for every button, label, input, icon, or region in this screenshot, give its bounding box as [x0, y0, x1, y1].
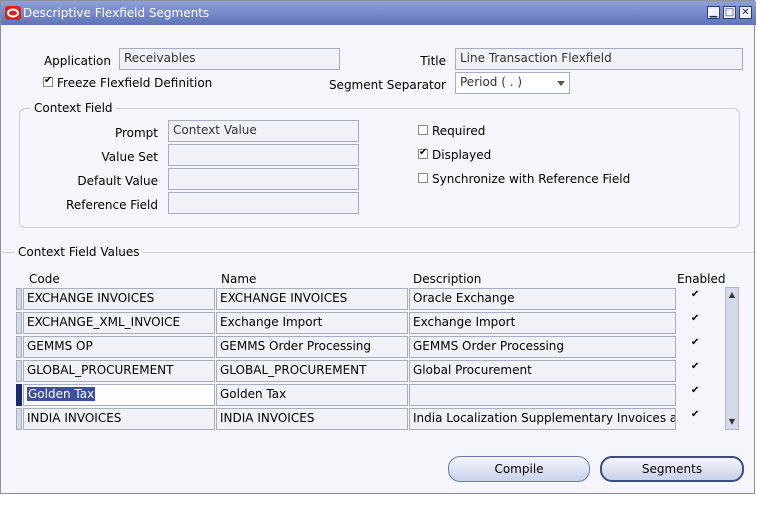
- description-cell-text: Exchange Import: [413, 315, 516, 329]
- code-cell-text: EXCHANGE INVOICES: [27, 291, 155, 305]
- minimize-icon[interactable]: ▁: [707, 6, 720, 19]
- name-cell[interactable]: Exchange Import: [216, 312, 408, 334]
- default-value-field[interactable]: [168, 168, 359, 190]
- column-header-description: Description: [413, 272, 482, 286]
- code-cell[interactable]: INDIA INVOICES: [23, 408, 215, 430]
- description-cell-text: GEMMS Order Processing: [413, 339, 565, 353]
- required-checkbox[interactable]: [418, 125, 428, 135]
- reference-field-field[interactable]: [168, 192, 359, 214]
- name-cell-text: GLOBAL_PROCUREMENT: [220, 363, 367, 377]
- code-cell[interactable]: GEMMS OP: [23, 336, 215, 358]
- description-cell[interactable]: Global Procurement: [409, 360, 676, 382]
- code-cell-text: GLOBAL_PROCUREMENT: [27, 363, 174, 377]
- compile-button[interactable]: Compile: [448, 456, 590, 482]
- name-cell[interactable]: Golden Tax: [216, 384, 408, 406]
- name-cell[interactable]: GEMMS Order Processing: [216, 336, 408, 358]
- freeze-checkbox[interactable]: [43, 77, 53, 87]
- name-cell-text: EXCHANGE INVOICES: [220, 291, 348, 305]
- window-title: Descriptive Flexfield Segments: [23, 6, 210, 20]
- name-cell-text: Exchange Import: [220, 315, 323, 329]
- description-cell[interactable]: India Localization Supplementary Invoice…: [409, 408, 676, 430]
- maximize-icon[interactable]: □: [723, 6, 736, 19]
- application-label: Application: [43, 54, 111, 68]
- row-indicator[interactable]: [16, 312, 22, 334]
- enabled-checkbox[interactable]: [691, 291, 701, 302]
- chevron-down-icon: [557, 81, 565, 86]
- row-indicator[interactable]: [16, 408, 22, 430]
- prompt-label: Prompt: [114, 126, 158, 140]
- application-field[interactable]: Receivables: [119, 48, 340, 70]
- name-cell-text: Golden Tax: [220, 387, 287, 401]
- code-cell[interactable]: GLOBAL_PROCUREMENT: [23, 360, 215, 382]
- name-cell[interactable]: GLOBAL_PROCUREMENT: [216, 360, 408, 382]
- default-value-label: Default Value: [77, 174, 158, 188]
- description-cell-text: Oracle Exchange: [413, 291, 515, 305]
- name-cell[interactable]: INDIA INVOICES: [216, 408, 408, 430]
- oracle-logo-icon: [5, 6, 21, 20]
- code-cell-text: EXCHANGE_XML_INVOICE: [27, 315, 181, 329]
- vertical-scrollbar[interactable]: ▲ ▼: [725, 287, 739, 430]
- freeze-label: Freeze Flexfield Definition: [57, 76, 213, 90]
- description-cell[interactable]: GEMMS Order Processing: [409, 336, 676, 358]
- enabled-checkbox[interactable]: [691, 411, 701, 422]
- code-cell[interactable]: EXCHANGE_XML_INVOICE: [23, 312, 215, 334]
- sync-checkbox[interactable]: [418, 173, 428, 183]
- value-set-label: Value Set: [101, 150, 158, 164]
- separator-label: Segment Separator: [328, 78, 446, 92]
- context-field-title: Context Field: [31, 101, 116, 115]
- sync-label: Synchronize with Reference Field: [432, 172, 631, 186]
- row-indicator[interactable]: [16, 288, 22, 310]
- title-bar[interactable]: Descriptive Flexfield Segments ▁ □ ✕: [1, 1, 756, 25]
- name-cell-text: GEMMS Order Processing: [220, 339, 372, 353]
- flexfield-window: Descriptive Flexfield Segments ▁ □ ✕ App…: [0, 0, 756, 494]
- description-cell[interactable]: Exchange Import: [409, 312, 676, 334]
- code-cell-text: Golden Tax: [27, 387, 96, 401]
- enabled-checkbox[interactable]: [691, 339, 701, 350]
- row-indicator[interactable]: [16, 384, 22, 406]
- column-header-name: Name: [221, 272, 257, 286]
- code-cell-text: GEMMS OP: [27, 339, 93, 353]
- close-icon[interactable]: ✕: [739, 6, 752, 19]
- description-cell[interactable]: Oracle Exchange: [409, 288, 676, 310]
- enabled-checkbox[interactable]: [691, 315, 701, 326]
- context-values-title: Context Field Values: [15, 245, 143, 259]
- displayed-label: Displayed: [432, 148, 492, 162]
- name-cell[interactable]: EXCHANGE INVOICES: [216, 288, 408, 310]
- enabled-checkbox[interactable]: [691, 363, 701, 374]
- scroll-down-icon[interactable]: ▼: [726, 416, 738, 428]
- description-cell-text: India Localization Supplementary Invoice…: [413, 411, 676, 425]
- enabled-checkbox[interactable]: [691, 387, 701, 398]
- title-field[interactable]: Line Transaction Flexfield: [455, 48, 743, 70]
- row-indicator[interactable]: [16, 336, 22, 358]
- separator-value: Period ( . ): [460, 75, 523, 89]
- required-label: Required: [432, 124, 486, 138]
- column-header-code: Code: [29, 272, 60, 286]
- code-cell[interactable]: EXCHANGE INVOICES: [23, 288, 215, 310]
- name-cell-text: INDIA INVOICES: [220, 411, 315, 425]
- segments-button[interactable]: Segments: [600, 456, 744, 482]
- row-indicator[interactable]: [16, 360, 22, 382]
- displayed-checkbox[interactable]: [418, 149, 428, 159]
- column-header-enabled: Enabled: [677, 272, 726, 286]
- description-cell-text: Global Procurement: [413, 363, 532, 377]
- reference-field-label: Reference Field: [66, 198, 158, 212]
- code-cell[interactable]: Golden Tax: [23, 384, 215, 406]
- title-label: Title: [420, 54, 446, 68]
- code-cell-text: INDIA INVOICES: [27, 411, 122, 425]
- prompt-field[interactable]: Context Value: [168, 120, 359, 142]
- separator-select[interactable]: Period ( . ): [455, 72, 570, 94]
- description-cell[interactable]: [409, 384, 676, 406]
- value-set-field[interactable]: [168, 144, 359, 166]
- scroll-up-icon[interactable]: ▲: [726, 289, 738, 301]
